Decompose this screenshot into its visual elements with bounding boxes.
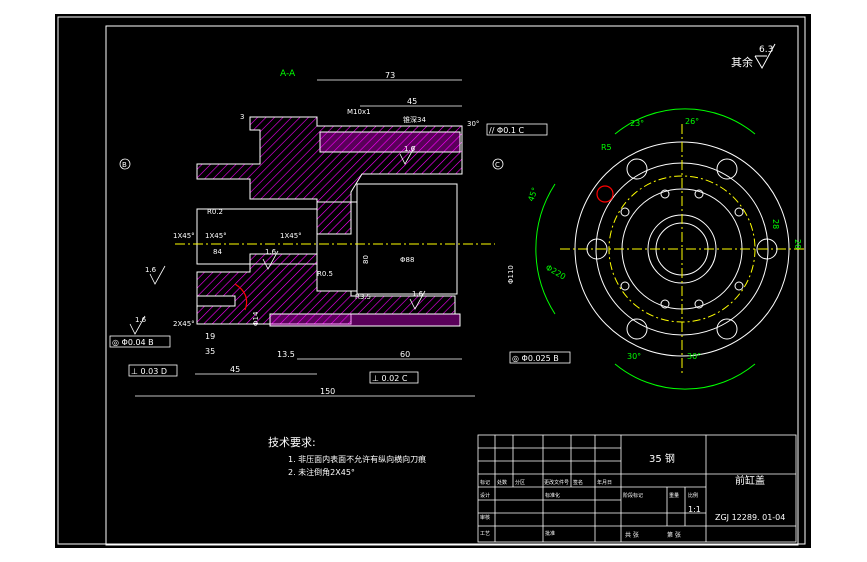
outer-border: [57, 16, 806, 545]
angle-23: 23°: [630, 119, 644, 128]
highlight-hole: [596, 185, 614, 203]
dim-28: 28: [771, 219, 780, 229]
dim-m10: M10x1: [347, 108, 371, 116]
angle-45: 45°: [526, 186, 539, 202]
tb-label-design: 设计: [480, 492, 490, 499]
tb-label-sheet: 第 张: [667, 531, 681, 539]
tolerance-runout: ◎ Φ0.04 B: [109, 335, 171, 348]
dim-14: Φ14: [252, 311, 260, 326]
tb-label-approve: 批准: [545, 530, 555, 537]
tb-scale: 1:1: [688, 505, 701, 514]
dim-3: 3: [240, 113, 244, 121]
svg-text:// Φ0.1 C: // Φ0.1 C: [489, 126, 524, 135]
tb-label-review: 审核: [480, 514, 490, 521]
tolerance-perp-d: ⊥ 0.03 D: [128, 364, 178, 377]
dim-35: 35: [205, 347, 215, 356]
dim-110: Φ110: [507, 265, 515, 284]
dim-20: 20: [793, 239, 802, 249]
tb-label-count: 处数: [497, 479, 507, 486]
dim-ch-3: 1X45°: [280, 232, 302, 240]
svg-text:◎ Φ0.025 B: ◎ Φ0.025 B: [512, 354, 559, 363]
dim-60: 60: [400, 350, 410, 359]
tb-label-sheets: 共 张: [625, 531, 639, 539]
tb-label-mark: 标记: [480, 479, 490, 486]
angle-arc-bottom: [614, 363, 756, 390]
dim-thread: 锥深34: [403, 115, 426, 124]
svg-text:1.6: 1.6: [135, 316, 147, 324]
angle-30-left: 30°: [627, 352, 641, 361]
dim-73: 73: [385, 71, 395, 80]
lower-channel: [269, 313, 461, 327]
dim-r5: R5: [601, 143, 612, 152]
dim-80: 80: [362, 255, 370, 264]
datum-c: C: [492, 158, 504, 170]
dim-ch-2: 1X45°: [205, 232, 227, 240]
tb-label-standard: 标准化: [545, 492, 560, 499]
roughness-mark-5: 1.6: [129, 315, 147, 335]
roughness-value: 6.3: [759, 45, 773, 55]
dim-r02: R0.2: [207, 208, 223, 216]
tb-label-change: 更改文件号: [544, 479, 569, 486]
dim-88: Φ88: [400, 256, 414, 264]
tolerance-parallel: // Φ0.1 C: [486, 123, 548, 136]
tb-label-process: 工艺: [480, 531, 490, 537]
tolerance-coax: ◎ Φ0.025 B: [509, 351, 571, 364]
dim-220: Φ220: [544, 263, 567, 282]
svg-text:1.6: 1.6: [265, 248, 277, 256]
dim-ch-4: 2X45°: [173, 320, 195, 328]
bore-cylinder: [356, 183, 458, 295]
roughness-mark-3: 1.6: [145, 265, 166, 285]
svg-text:⊥ 0.03 D: ⊥ 0.03 D: [131, 367, 167, 376]
dim-150: 150: [320, 387, 335, 396]
datum-b: B: [119, 158, 131, 170]
angle-26: 26°: [685, 117, 699, 126]
title-block: [477, 434, 797, 543]
tb-label-date: 年月日: [597, 479, 612, 486]
engineering-drawing: 其余 6.3 A-A 73 45 M10x1 锥深34 3 150 45 60 …: [57, 16, 806, 546]
tb-label-ratio: 比例: [688, 492, 698, 499]
end-view: [560, 124, 805, 374]
tb-label-zone: 分区: [515, 479, 525, 486]
dim-r35: R3.5: [355, 293, 371, 301]
tb-part-name: 前缸盖: [735, 474, 765, 487]
tb-label-sign: 签名: [573, 479, 583, 486]
tech-item-2: 2. 未注倒角2X45°: [288, 467, 355, 477]
roughness-prefix: 其余: [731, 55, 753, 69]
upper-channel: [319, 131, 461, 153]
svg-text:◎ Φ0.04 B: ◎ Φ0.04 B: [112, 338, 154, 347]
svg-text:1.6: 1.6: [412, 290, 424, 298]
tech-item-1: 1. 非压面内表面不允许有纵向横向刀痕: [288, 454, 426, 464]
dim-r05: R0.5: [317, 270, 333, 278]
tb-label-weight: 重量: [669, 492, 679, 499]
section-label: A-A: [280, 69, 296, 79]
tolerance-perp-c: ⊥ 0.02 C: [369, 371, 419, 384]
tb-label-stage: 阶段标记: [623, 492, 643, 499]
dim-84: 84: [213, 248, 222, 256]
port-channel: [196, 295, 236, 307]
svg-text:1.6: 1.6: [145, 266, 157, 274]
tb-drawing-no: ZGJ 12289. 01-04: [715, 513, 785, 522]
cad-drawing-viewport[interactable]: 其余 6.3 A-A 73 45 M10x1 锥深34 3 150 45 60 …: [55, 14, 811, 548]
dim-45-top: 45: [407, 97, 417, 106]
dim-45-bottom: 45: [230, 365, 240, 374]
angle-arc-left: [535, 183, 556, 315]
tech-title: 技术要求:: [268, 436, 316, 449]
svg-text:B: B: [122, 161, 127, 169]
tb-material: 35 钢: [649, 452, 675, 465]
svg-text:⊥ 0.02 C: ⊥ 0.02 C: [372, 374, 408, 383]
dim-13-5: 13.5: [277, 350, 295, 359]
angle-30-right: 30°: [687, 352, 701, 361]
svg-text:1.6: 1.6: [404, 145, 416, 153]
dim-ch-1: 1X45°: [173, 232, 195, 240]
svg-text:C: C: [495, 161, 500, 169]
dim-19: 19: [205, 332, 215, 341]
dim-30-sec: 30°: [467, 120, 479, 128]
